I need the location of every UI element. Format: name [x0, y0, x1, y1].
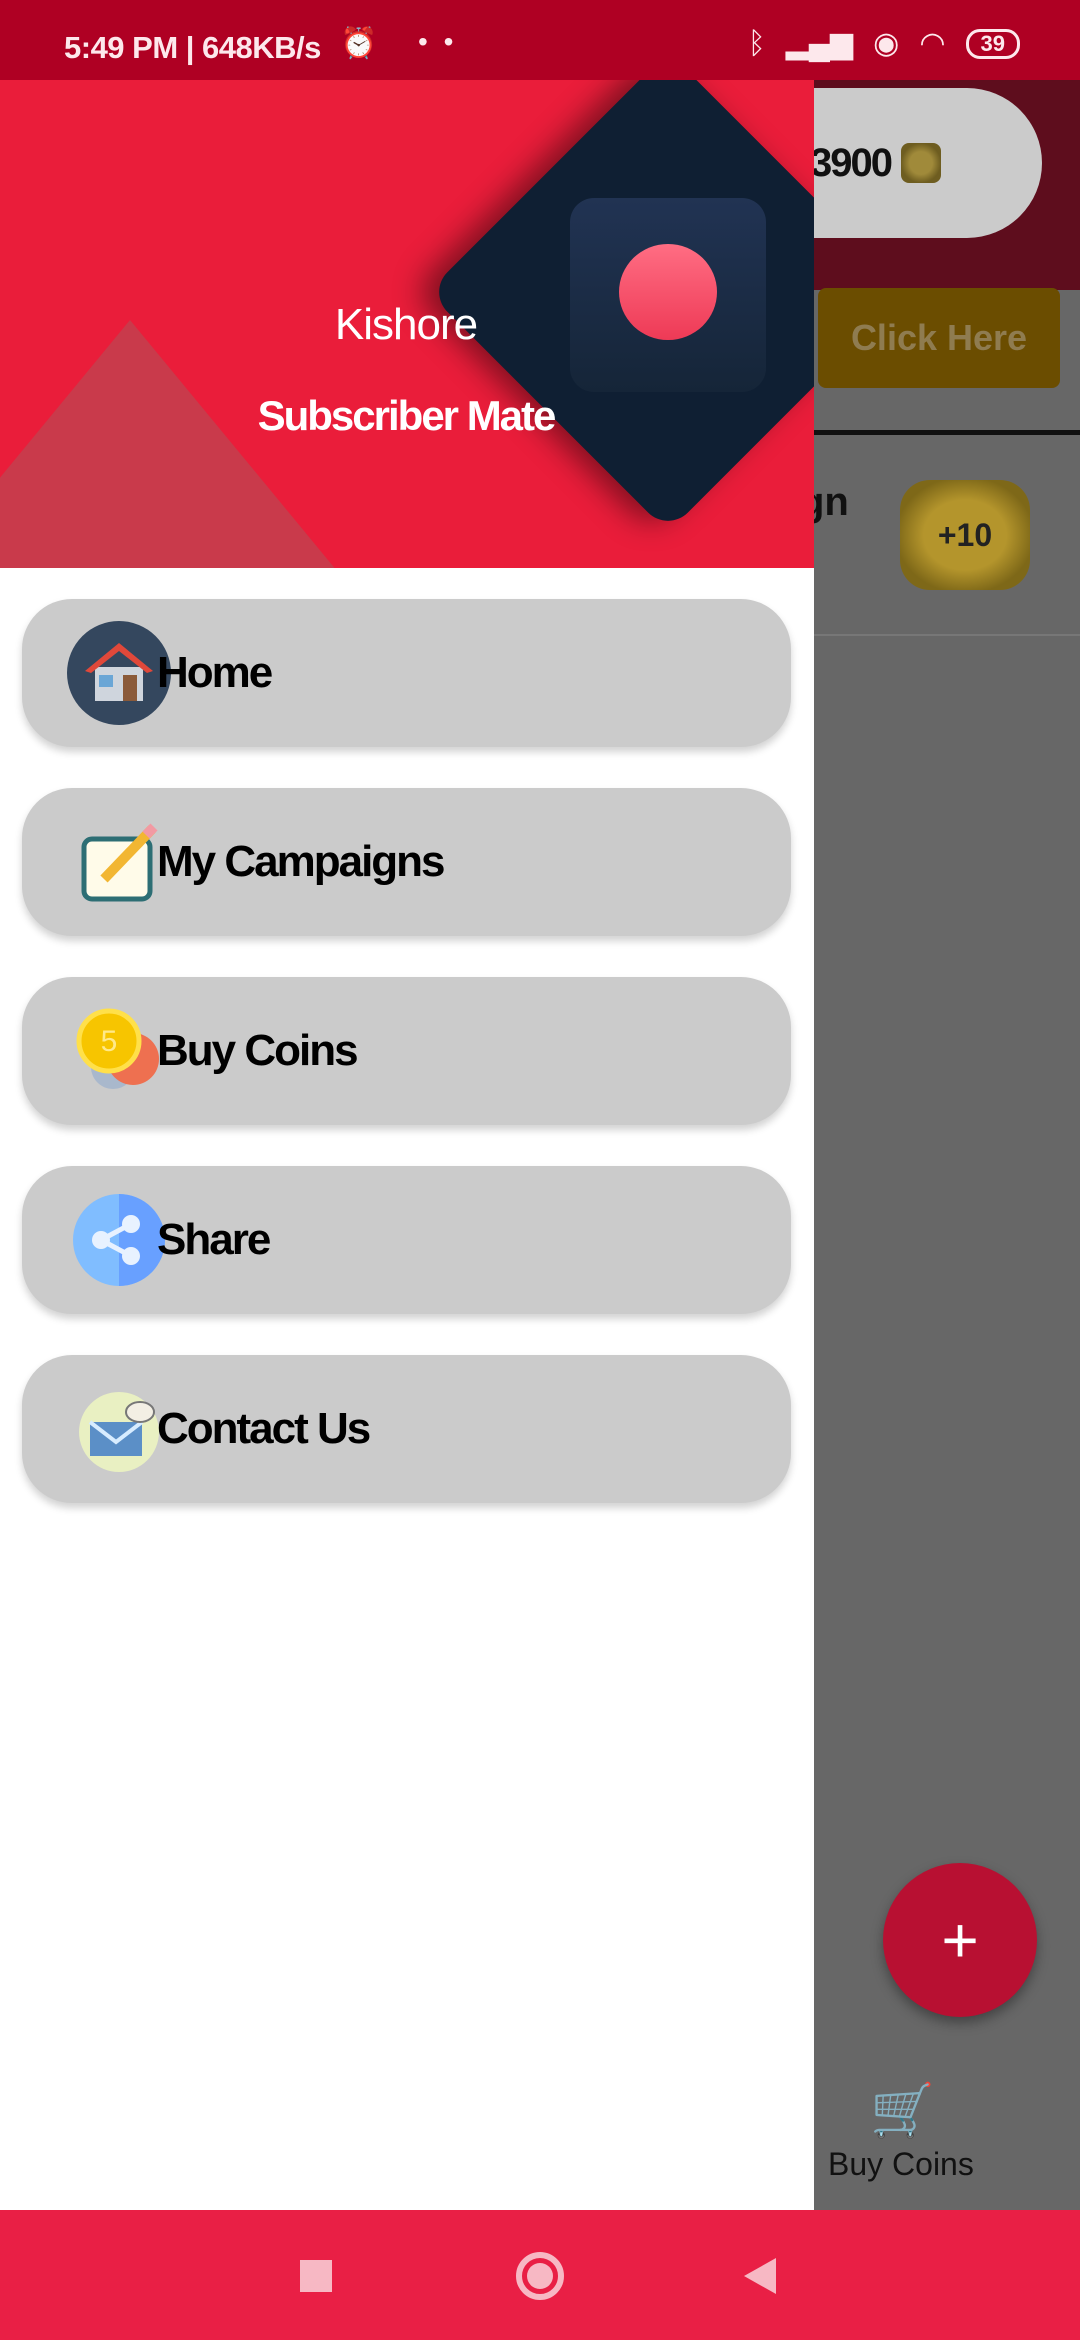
- hotspot-icon: ◉: [873, 27, 900, 60]
- drawer-item-label: Contact Us: [157, 1404, 371, 1453]
- recents-button[interactable]: [300, 2260, 332, 2292]
- drawer-item-home[interactable]: Home: [22, 599, 791, 747]
- home-dot-icon: [527, 2263, 553, 2289]
- envelope-icon: [67, 1377, 171, 1481]
- bottom-nav: [814, 2055, 1080, 2208]
- drawer-item-label: My Campaigns: [157, 837, 446, 886]
- status-time: 5:49 PM | 648KB/s: [64, 30, 321, 65]
- drawer-item-label: Buy Coins: [157, 1026, 359, 1075]
- drawer-item-contact-us[interactable]: Contact Us: [22, 1355, 791, 1503]
- pencil-note-icon: [67, 810, 171, 914]
- home-button[interactable]: [516, 2252, 564, 2300]
- coin-bonus-icon: +10: [900, 480, 1030, 590]
- coin-balance-card: 3900: [780, 88, 1042, 238]
- app-name: Subscriber Mate: [257, 392, 557, 439]
- alarm-icon: ⏰: [340, 27, 378, 60]
- divider: [814, 430, 1080, 435]
- notification-dots: • •: [418, 26, 458, 57]
- svg-text:5: 5: [101, 1025, 118, 1058]
- drawer-item-buy-coins[interactable]: 5 Buy Coins: [22, 977, 791, 1125]
- decorative-triangle: [0, 320, 460, 568]
- coin-balance: 3900: [810, 140, 893, 185]
- battery-icon: 39: [965, 28, 1020, 59]
- share-icon: [67, 1188, 171, 1292]
- signal-icon: ▂▄▆: [785, 27, 854, 60]
- status-bar: 5:49 PM | 648KB/s ⏰ • • ᛒ ▂▄▆ ◉ ◠ 39: [0, 0, 1080, 80]
- drawer-header: Kishore Subscriber Mate: [0, 80, 814, 568]
- coin-icon: [900, 143, 941, 183]
- navigation-drawer: Kishore Subscriber Mate Home My Campaign…: [0, 80, 814, 2210]
- drawer-item-label: Share: [157, 1215, 271, 1264]
- record-dot-icon: [619, 244, 717, 340]
- divider: [814, 634, 1080, 636]
- drawer-item-my-campaigns[interactable]: My Campaigns: [22, 788, 791, 936]
- wifi-icon: ◠: [919, 27, 946, 60]
- drawer-item-label: Home: [157, 648, 273, 697]
- back-button[interactable]: [744, 2258, 776, 2294]
- drawer-item-share[interactable]: Share: [22, 1166, 791, 1314]
- coins-icon: 5: [67, 999, 171, 1103]
- bottom-nav-buy-coins[interactable]: Buy Coins: [828, 2146, 974, 2183]
- cart-icon[interactable]: 🛒: [870, 2080, 935, 2141]
- bluetooth-icon: ᛒ: [747, 26, 766, 60]
- house-icon: [67, 621, 171, 725]
- coin-bonus-label: +10: [937, 516, 993, 553]
- click-here-button[interactable]: Click Here: [818, 288, 1060, 388]
- user-name: Kishore: [334, 300, 478, 349]
- add-fab-button[interactable]: +: [883, 1863, 1037, 2017]
